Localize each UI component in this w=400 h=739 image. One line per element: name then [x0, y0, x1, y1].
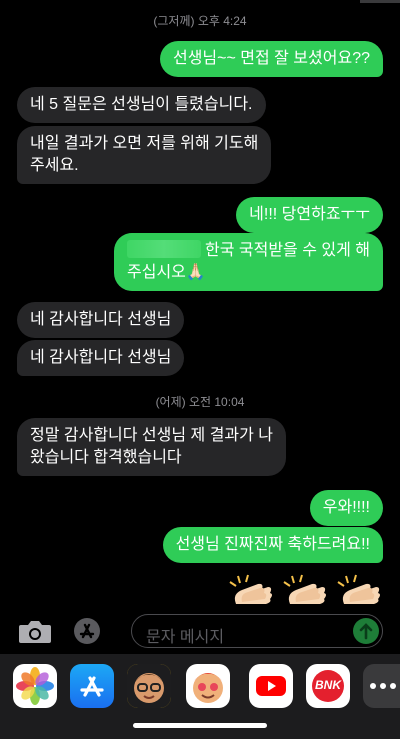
clapping-hands-icon [283, 574, 326, 604]
bnk-app-label: BNK [315, 678, 341, 692]
message-bubble-outgoing[interactable]: 네!!! 당연하죠ㅜㅜ [236, 197, 383, 233]
message-thread[interactable]: (그저께) 오후 4:24 선생님~~ 면접 잘 보셨어요?? 네 5 질문은 … [0, 0, 400, 606]
message-line: 주세요. [30, 157, 79, 174]
clapping-hands-icon [229, 574, 272, 604]
timestamp: (어제) 오전 10:04 [155, 395, 245, 409]
photos-app-icon[interactable] [13, 664, 57, 708]
message-bubble-outgoing[interactable]: 선생님 진짜진짜 축하드려요!! [162, 527, 383, 563]
message-line: 주십시오🙏🏻 [127, 264, 206, 281]
message-line: 왔습니다 합격했습니다 [30, 449, 182, 466]
timestamp: (그저께) 오후 4:24 [153, 14, 247, 28]
youtube-app-icon[interactable] [249, 664, 293, 708]
message-composer: 문자 메시지 [0, 606, 400, 654]
redacted-text [127, 240, 202, 258]
send-arrow-icon[interactable] [353, 618, 379, 644]
message-bubble-incoming[interactable]: 내일 결과가 오면 저를 위해 기도해 주세요. [17, 126, 272, 184]
message-bubble-incoming[interactable]: 정말 감사합니다 선생님 제 결과가 나 왔습니다 합격했습니다 [17, 418, 287, 476]
animoji-app-icon[interactable] [186, 664, 230, 708]
message-bubble-incoming[interactable]: 네 감사합니다 선생님 [17, 340, 185, 376]
bnk-app-icon[interactable]: BNK [306, 664, 350, 708]
clapping-hands-icon [337, 574, 380, 604]
message-line: 한국 국적받을 수 있게 해 [127, 240, 370, 262]
message-bubble-outgoing[interactable]: 선생님~~ 면접 잘 보셨어요?? [159, 41, 383, 77]
app-store-app-icon[interactable] [70, 664, 114, 708]
more-apps-icon[interactable] [363, 664, 400, 708]
message-line: 정말 감사합니다 선생님 제 결과가 나 [30, 427, 274, 444]
message-input[interactable]: 문자 메시지 [131, 614, 383, 648]
message-line: 내일 결과가 오면 저를 위해 기도해 [30, 135, 259, 152]
memoji-app-icon[interactable] [127, 664, 171, 708]
message-bubble-outgoing[interactable]: 우와!!!! [309, 490, 383, 526]
message-input-placeholder: 문자 메시지 [146, 629, 225, 646]
clapping-emoji-message[interactable] [228, 574, 386, 606]
app-store-icon[interactable] [74, 618, 100, 644]
message-bubble-incoming[interactable]: 네 감사합니다 선생님 [17, 302, 185, 338]
message-line-text: 한국 국적받을 수 있게 해 [205, 242, 370, 259]
message-bubble-incoming[interactable]: 네 5 질문은 선생님이 틀렸습니다. [17, 87, 266, 123]
home-indicator[interactable] [133, 723, 267, 728]
message-bubble-outgoing[interactable]: 한국 국적받을 수 있게 해 주십시오🙏🏻 [114, 233, 383, 291]
camera-icon[interactable] [18, 620, 52, 644]
